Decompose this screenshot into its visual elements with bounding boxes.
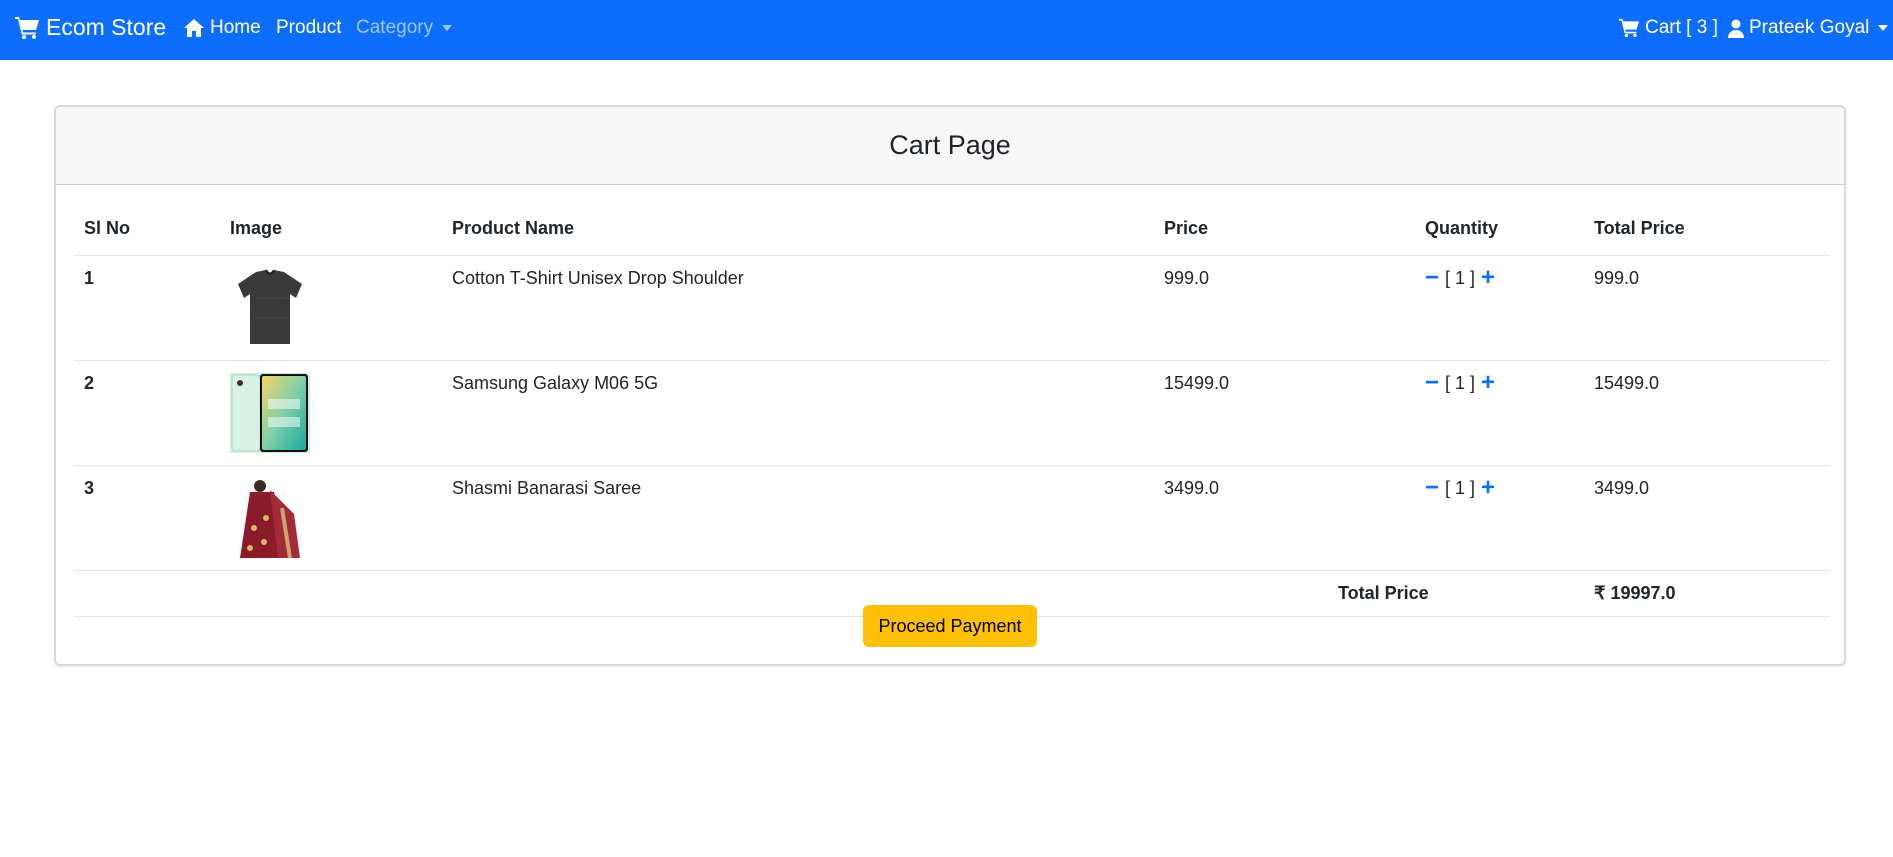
header-product-name: Product Name (442, 203, 1154, 256)
user-icon (1728, 19, 1744, 38)
row-image-cell (220, 255, 442, 361)
cart-table: Sl No Image Product Name Price Quantity … (74, 203, 1830, 617)
nav-home[interactable]: Home (183, 17, 261, 39)
increase-quantity-button[interactable]: + (1481, 476, 1495, 500)
nav-category-dropdown[interactable]: Category (356, 17, 453, 39)
quantity-value: [ 1 ] (1445, 372, 1476, 393)
increase-quantity-button[interactable]: + (1481, 266, 1495, 290)
row-quantity: − [ 1 ] + (1415, 465, 1584, 571)
nav-cart-label: Cart [ 3 ] (1645, 17, 1718, 38)
row-price: 3499.0 (1154, 465, 1415, 571)
row-image-cell (220, 465, 442, 571)
user-dropdown[interactable]: Prateek Goyal (1728, 17, 1889, 39)
decrease-quantity-button[interactable]: − (1425, 266, 1439, 290)
nav-category-label: Category (356, 17, 434, 38)
total-label-text: Total Price (1338, 582, 1429, 603)
row-sl-no: 3 (74, 465, 220, 571)
page-title: Cart Page (889, 130, 1011, 160)
header-quantity: Quantity (1415, 203, 1584, 256)
table-header-row: Sl No Image Product Name Price Quantity … (74, 203, 1830, 256)
brand-name: Ecom Store (46, 14, 167, 40)
table-row: 1 Cotton T-Shirt Unisex Drop Shoulder 99… (74, 255, 1830, 361)
row-image-cell (220, 360, 442, 466)
proceed-payment-button[interactable]: Proceed Payment (863, 605, 1037, 647)
quantity-stepper: − [ 1 ] + (1425, 371, 1574, 395)
row-total-price: 999.0 (1584, 255, 1830, 361)
header-sl-no: Sl No (74, 203, 220, 256)
tshirt-image (230, 267, 310, 348)
row-sl-no: 2 (74, 360, 220, 466)
phone-box-image (230, 372, 310, 453)
saree-image (230, 477, 310, 558)
header-price: Price (1154, 203, 1415, 256)
row-product-name: Cotton T-Shirt Unisex Drop Shoulder (442, 255, 1154, 361)
decrease-quantity-button[interactable]: − (1425, 371, 1439, 395)
decrease-quantity-button[interactable]: − (1425, 476, 1439, 500)
table-row: 2 Samsung Galaxy M06 5G 15499.0 − [1] … (74, 360, 1830, 466)
row-price: 15499.0 (1154, 360, 1415, 466)
nav-product-label: Product (276, 17, 342, 38)
quantity-value: [ 1 ] (1445, 267, 1476, 288)
home-icon (183, 18, 205, 38)
actions: Proceed Payment (56, 605, 1844, 647)
cart-icon (14, 16, 40, 40)
nav-cart[interactable]: Cart [ 3 ] (1618, 17, 1718, 39)
header-total-price: Total Price (1584, 203, 1830, 256)
nav-product[interactable]: Product (276, 17, 341, 39)
header-image: Image (220, 203, 442, 256)
row-price: 999.0 (1154, 255, 1415, 361)
increase-quantity-button[interactable]: + (1481, 371, 1495, 395)
cart-icon (1618, 18, 1640, 38)
navbar: Ecom Store Home Product Category Cart [ … (0, 0, 1893, 60)
row-quantity: − [ 1 ] + (1415, 360, 1584, 466)
row-product-name: Shasmi Banarasi Saree (442, 465, 1154, 571)
quantity-value: [ 1 ] (1445, 477, 1476, 498)
quantity-stepper: − [ 1 ] + (1425, 266, 1574, 290)
user-name: Prateek Goyal (1749, 17, 1870, 38)
chevron-down-icon (442, 25, 453, 31)
nav-home-label: Home (210, 17, 261, 38)
table-row: 3 Shasmi Banarasi Saree 3499.0 − [1] +… (74, 465, 1830, 571)
row-product-name: Samsung Galaxy M06 5G (442, 360, 1154, 466)
card-header: Cart Page (56, 107, 1844, 185)
quantity-stepper: − [ 1 ] + (1425, 476, 1574, 500)
row-sl-no: 1 (74, 255, 220, 361)
brand-link[interactable]: Ecom Store (14, 14, 166, 41)
row-quantity: − [ 1 ] + (1415, 255, 1584, 361)
row-total-price: 15499.0 (1584, 360, 1830, 466)
row-total-price: 3499.0 (1584, 465, 1830, 571)
cart-card: Cart Page Sl No Image Product Name Price… (54, 105, 1846, 666)
chevron-down-icon (1878, 25, 1889, 31)
